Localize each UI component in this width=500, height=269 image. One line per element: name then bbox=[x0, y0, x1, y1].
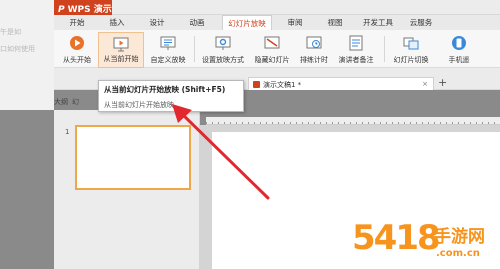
background-doc-line: 口如何使用 bbox=[0, 45, 35, 53]
custom-show-button[interactable]: 自定义放映 bbox=[146, 32, 190, 68]
tab-cloud[interactable]: 云服务 bbox=[404, 15, 438, 30]
tab-animation[interactable]: 动画 bbox=[182, 15, 212, 30]
slide-number: 1 bbox=[65, 128, 70, 136]
slide-transition-button[interactable]: 幻灯片切换 bbox=[388, 32, 434, 68]
play-from-current-button[interactable]: 从当前开始 bbox=[98, 32, 144, 68]
presentation-icon bbox=[253, 81, 260, 88]
phone-remote-button[interactable]: 手机遥 bbox=[442, 32, 476, 68]
tab-slideshow[interactable]: 幻灯片放映 bbox=[222, 15, 272, 30]
tooltip-title: 从当前幻灯片开始放映 (Shift+F5) bbox=[104, 85, 226, 94]
ribbon-label: 从当前开始 bbox=[103, 55, 139, 63]
ribbon-label: 设置放映方式 bbox=[202, 56, 244, 64]
menu-bar: 开始 插入 设计 动画 幻灯片放映 审阅 视图 开发工具 云服务 bbox=[54, 15, 500, 30]
watermark-number: 5418 bbox=[352, 218, 441, 258]
outline-tabs: 大纲幻 bbox=[54, 97, 98, 109]
document-tab-label: 演示文稿1 * bbox=[263, 81, 302, 89]
site-watermark: 5418 手游网 .com.cn bbox=[352, 218, 500, 269]
ribbon-label: 演讲者备注 bbox=[338, 56, 374, 64]
play-from-start-icon bbox=[70, 36, 84, 50]
speaker-notes-button[interactable]: 演讲者备注 bbox=[334, 32, 378, 68]
rehearse-timing-button[interactable]: 排练计时 bbox=[296, 32, 332, 68]
tab-outline[interactable]: 大纲 bbox=[54, 98, 68, 106]
title-bar bbox=[54, 0, 500, 15]
hide-slide-icon bbox=[264, 36, 280, 49]
custom-show-icon bbox=[160, 36, 176, 50]
ribbon-label: 自定义放映 bbox=[150, 56, 186, 64]
background-document-strip: 午是如 口如何使用 bbox=[0, 0, 54, 110]
ribbon-label: 幻灯片切换 bbox=[393, 56, 429, 64]
new-tab-button[interactable]: + bbox=[438, 76, 447, 89]
ribbon-label: 手机遥 bbox=[448, 56, 470, 64]
document-tab[interactable]: 演示文稿1 * × bbox=[248, 77, 434, 90]
tooltip-description: 从当前幻灯片开始放映。 bbox=[104, 101, 181, 109]
setup-show-icon bbox=[215, 36, 231, 50]
app-menu-button[interactable]: P WPS 演示 bbox=[54, 0, 112, 15]
ribbon-toolbar: 从头开始 从当前开始 自定义放映 设置放映方式 隐藏幻灯片 排练计时 演讲者备注… bbox=[54, 30, 500, 68]
ribbon-label: 从头开始 bbox=[63, 56, 91, 64]
tab-view[interactable]: 视图 bbox=[320, 15, 350, 30]
rehearse-timing-icon bbox=[306, 36, 322, 49]
slide-thumbnail[interactable] bbox=[75, 125, 191, 190]
horizontal-ruler bbox=[206, 117, 500, 125]
close-tab-icon[interactable]: × bbox=[422, 80, 428, 88]
tab-start[interactable]: 开始 bbox=[62, 15, 92, 30]
ribbon-divider bbox=[384, 36, 385, 62]
tooltip: 从当前幻灯片开始放映 (Shift+F5) 从当前幻灯片开始放映。 bbox=[98, 80, 244, 112]
wps-logo-icon: P bbox=[58, 5, 65, 15]
speaker-notes-icon bbox=[349, 35, 363, 51]
watermark-text: 手游网 bbox=[434, 227, 485, 247]
app-title: WPS 演示 bbox=[67, 5, 112, 15]
play-from-start-button[interactable]: 从头开始 bbox=[57, 32, 97, 68]
tab-developer[interactable]: 开发工具 bbox=[358, 15, 398, 30]
tab-slides[interactable]: 幻 bbox=[72, 98, 79, 106]
tab-insert[interactable]: 插入 bbox=[102, 15, 132, 30]
tab-review[interactable]: 审阅 bbox=[280, 15, 310, 30]
ribbon-label: 隐藏幻灯片 bbox=[254, 56, 290, 64]
background-doc-line: 午是如 bbox=[0, 28, 21, 36]
slide-transition-icon bbox=[403, 37, 419, 50]
phone-remote-icon bbox=[452, 36, 466, 50]
setup-show-button[interactable]: 设置放映方式 bbox=[198, 32, 248, 68]
play-from-current-icon bbox=[113, 37, 129, 52]
ribbon-label: 排练计时 bbox=[300, 56, 328, 64]
tab-design[interactable]: 设计 bbox=[142, 15, 172, 30]
watermark-url: .com.cn bbox=[436, 248, 480, 259]
hide-slide-button[interactable]: 隐藏幻灯片 bbox=[250, 32, 294, 68]
ribbon-divider bbox=[194, 36, 195, 62]
